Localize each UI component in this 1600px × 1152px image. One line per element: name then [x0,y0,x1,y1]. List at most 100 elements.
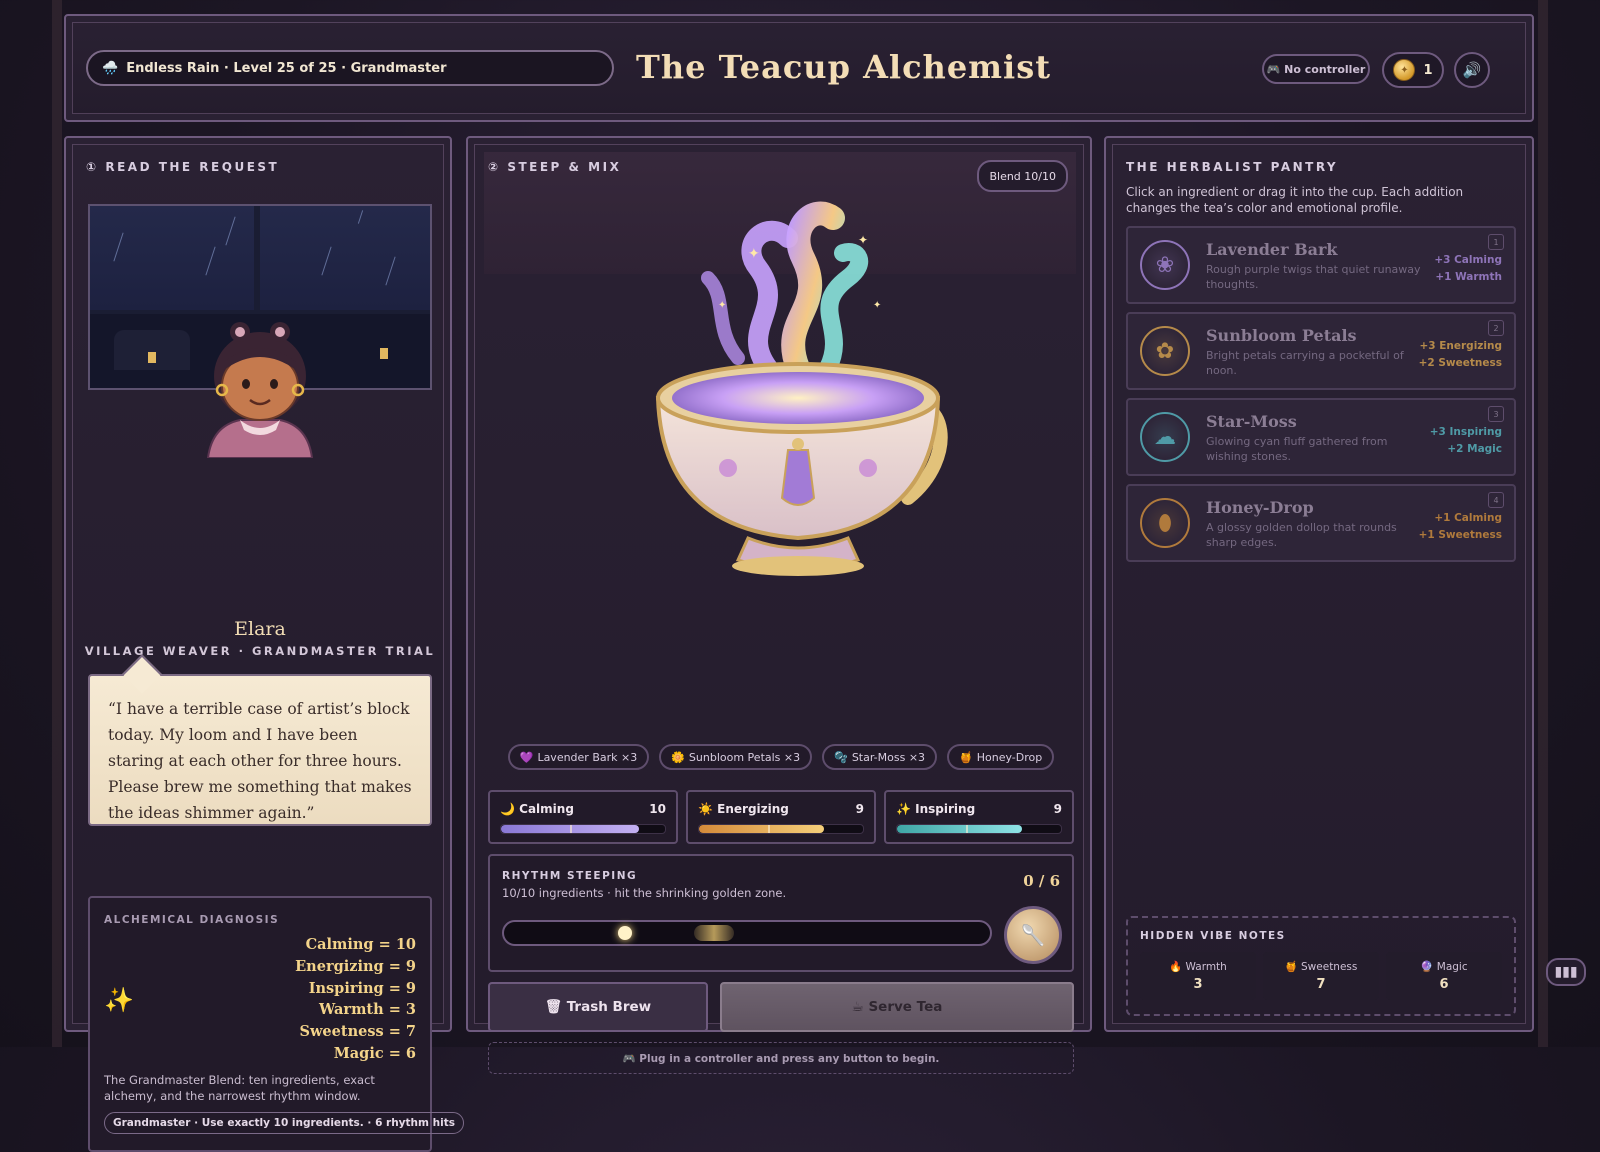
rhythm-steeping: RHYTHM STEEPING 10/10 ingredients · hit … [488,854,1074,972]
ingredient-name: Star-Moss [1206,412,1297,431]
vibe-warmth: 🔥 Warmth 3 [1140,952,1256,1000]
svg-text:✦: ✦ [748,246,760,262]
coin-counter: ✦ 1 [1382,52,1444,88]
hotkey-badge: 1 [1488,234,1504,250]
stat-bar-fill [699,825,824,833]
steep-panel: ② STEEP & MIX Blend 10/10 ✦ ✦ ✦ ✦ 💜 Lave… [466,136,1094,1074]
rhythm-title: RHYTHM STEEPING [502,870,638,882]
rain-cloud-icon: 🌧️ [102,60,119,76]
svg-text:✦: ✦ [858,233,868,247]
hotkey-badge: 2 [1488,320,1504,336]
svg-text:✦: ✦ [873,300,881,311]
game-title: The Teacup Alchemist [636,48,1051,86]
stats-button[interactable]: ▮▮▮ [1546,958,1586,986]
speaker-icon: 🔊 [1462,61,1482,79]
ingredient-description: Bright petals carrying a pocketful of no… [1206,349,1404,377]
bar-chart-icon: ▮▮▮ [1554,964,1578,980]
ingredient-chip-honey[interactable]: 🍯 Honey-Drop [947,744,1055,770]
svg-text:✦: ✦ [718,300,726,311]
stat-energizing: ☀️ Energizing 9 [686,790,876,844]
pantry-item-honey-drop[interactable]: ⬮ Honey-Drop A glossy golden dollop that… [1126,484,1516,562]
ingredient-name: Sunbloom Petals [1206,326,1357,345]
stat-bar [896,824,1062,834]
target-line: Energizing = 9 [295,957,416,975]
vibe-sweetness: 🍯 Sweetness 7 [1263,952,1379,1000]
added-ingredients: 💜 Lavender Bark ×3 🌼 Sunbloom Petals ×3 🫧 S… [468,744,1094,770]
ingredient-description: A glossy golden dollop that rounds sharp… [1206,521,1397,549]
hotkey-badge: 3 [1488,406,1504,422]
honey-jar-icon: ⬮ [1140,498,1190,548]
sunflower-icon: 🌼 [671,750,685,764]
pantry-item-sunbloom-petals[interactable]: ✿ Sunbloom Petals Bright petals carrying… [1126,312,1516,390]
sparkles-icon: ✨ [896,802,911,816]
stir-button[interactable]: 🥄 [1004,906,1062,964]
difficulty-rule-badge: Grandmaster · Use exactly 10 ingredients… [104,1112,464,1134]
stat-value: 10 [649,802,666,816]
coin-icon: ✦ [1393,59,1416,81]
section-title: ② STEEP & MIX [488,160,622,174]
teacup-icon[interactable]: ✦ ✦ ✦ ✦ [618,198,978,598]
level-indicator: 🌧️ Endless Rain · Level 25 of 25 · Grand… [86,50,614,86]
level-text: Endless Rain · Level 25 of 25 · Grandmas… [126,60,447,76]
trash-brew-button[interactable]: 🗑 Trash Brew [488,982,708,1032]
moss-icon: 🫧 [834,750,848,764]
request-panel: ① READ THE REQUEST Elara VILLAGE WEAVER … [64,136,464,1152]
target-line: Calming = 10 [305,936,416,953]
pantry-item-lavender-bark[interactable]: ❀ Lavender Bark Rough purple twigs that … [1126,226,1516,304]
target-line: Warmth = 3 [319,1001,416,1019]
pantry-panel: THE HERBALIST PANTRY Click an ingredient… [1104,136,1534,1032]
ingredient-effects: +3 Calming +1 Warmth [1434,254,1502,283]
window-light [148,352,156,363]
customer-name: Elara [234,618,286,640]
stat-calming: 🌙 Calming 10 [488,790,678,844]
bg-beam [52,0,62,1047]
spoon-icon: 🥄 [1020,923,1046,947]
stat-bar [500,824,666,834]
sound-toggle-button[interactable]: 🔊 [1454,52,1490,88]
ingredient-chip-lavender[interactable]: 💜 Lavender Bark ×3 [507,744,650,770]
target-line: Sweetness = 7 [299,1023,416,1041]
alchemical-diagnosis: ALCHEMICAL DIAGNOSIS ✨ Calming = 10 Ener… [88,896,464,1152]
ingredient-effects: +3 Inspiring +2 Magic [1429,426,1502,455]
section-title: ① READ THE REQUEST [86,160,280,174]
customer-avatar [206,322,314,458]
ingredient-name: Honey-Drop [1206,498,1314,517]
ingredient-chip-starmoss[interactable]: 🫧 Star-Moss ×3 [822,744,938,770]
hidden-vibe-notes: HIDDEN VIBE NOTES 🔥 Warmth 3 🍯 Sweetness 7… [1126,916,1516,1016]
lavender-icon: ❀ [1140,240,1190,290]
target-line: Inspiring = 9 [308,979,416,997]
rhythm-cursor [618,926,632,940]
ingredient-description: Rough purple twigs that quiet runaway th… [1206,263,1421,291]
vibe-notes-title: HIDDEN VIBE NOTES [1140,930,1286,942]
customer-role: VILLAGE WEAVER · GRANDMASTER TRIAL [84,644,436,658]
pantry-item-star-moss[interactable]: ☁ Star-Moss Glowing cyan fluff gathered … [1126,398,1516,476]
moon-icon: 🌙 [500,802,515,816]
serve-tea-button[interactable]: ☕ Serve Tea [720,982,1074,1032]
ingredient-effects: +3 Energizing +2 Sweetness [1418,340,1502,369]
hotkey-badge: 4 [1488,492,1504,508]
rhythm-subtitle: 10/10 ingredients · hit the shrinking go… [502,886,787,900]
stat-bar [698,824,864,834]
stat-inspiring: ✨ Inspiring 9 [884,790,1074,844]
bg-beam [1538,0,1548,1047]
moss-icon: ☁ [1140,412,1190,462]
diagnosis-targets: Calming = 10 Energizing = 9 Inspiring = … [295,934,416,1065]
blend-count-badge: Blend 10/10 [977,160,1068,192]
ingredient-chip-sunbloom[interactable]: 🌼 Sunbloom Petals ×3 [659,744,813,770]
customer-quote: “I have a terrible case of artist’s bloc… [88,674,432,826]
rhythm-hit-count: 0 / 6 [1023,872,1060,890]
rhythm-track[interactable] [502,920,992,946]
top-bar: 🌧️ Endless Rain · Level 25 of 25 · Grand… [64,14,1534,122]
sun-icon: ☀️ [698,802,713,816]
ingredient-name: Lavender Bark [1206,240,1338,259]
diagnosis-description: The Grandmaster Blend: ten ingredients, … [104,1073,375,1103]
target-marker [767,825,770,833]
ingredient-effects: +1 Calming +1 Sweetness [1418,512,1502,541]
pantry-description: Click an ingredient or drag it into the … [1126,185,1464,215]
sunflower-icon: ✿ [1140,326,1190,376]
diagnosis-title: ALCHEMICAL DIAGNOSIS [104,914,280,926]
section-title: THE HERBALIST PANTRY [1126,160,1339,174]
window-light [380,348,388,359]
lavender-icon: 💜 [519,750,534,764]
stat-bar-fill [897,825,1022,833]
